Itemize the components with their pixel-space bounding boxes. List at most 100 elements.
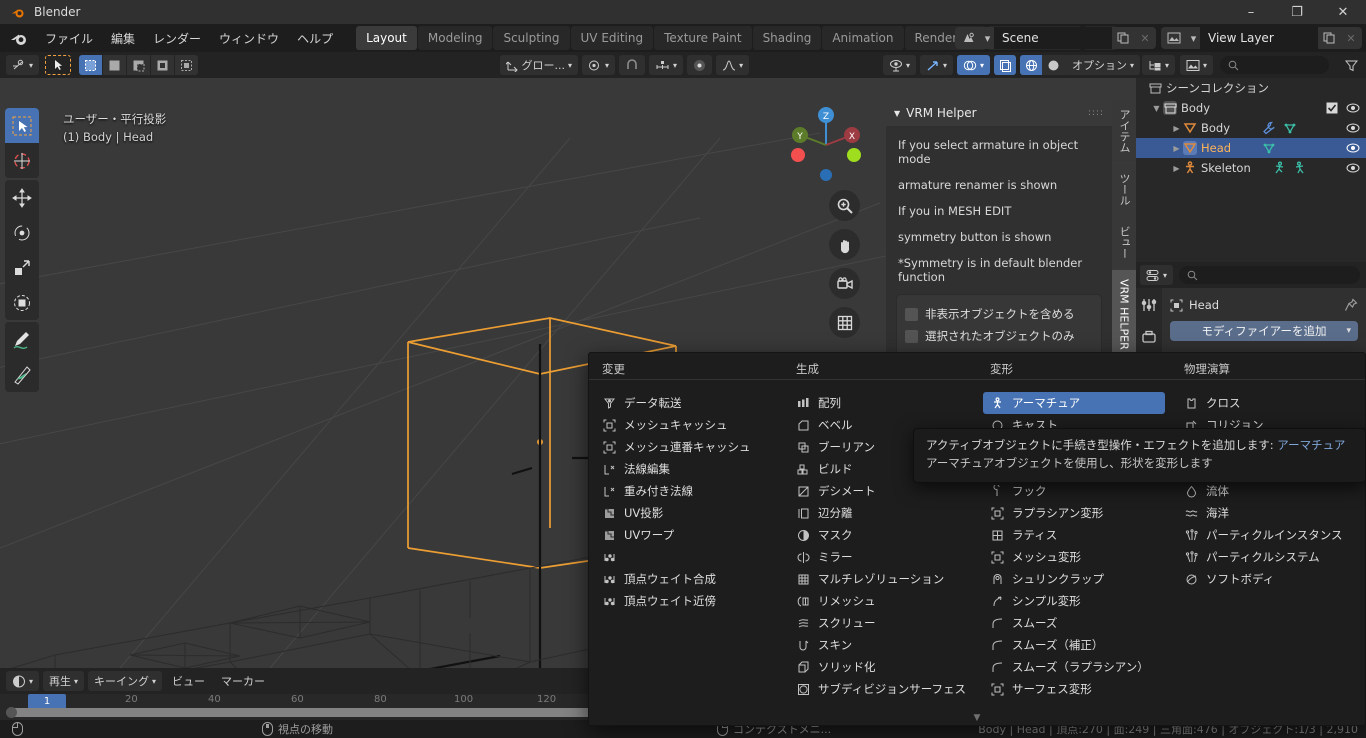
camera-view-button[interactable]	[829, 268, 860, 299]
workspace-tab-animation[interactable]: Animation	[822, 26, 904, 50]
wrench-modifier-icon[interactable]	[1262, 121, 1276, 135]
blender-menu-icon[interactable]	[8, 27, 30, 49]
panel-collapse-icon[interactable]: ▼	[894, 109, 900, 118]
modifier-item-vertex-weight-mix[interactable]: 頂点ウェイト合成	[589, 568, 783, 590]
n-panel-header[interactable]: ▼ VRM Helper ::::	[886, 100, 1112, 126]
eye-icon[interactable]	[1346, 122, 1360, 134]
timeline-menu-marker[interactable]: マーカー	[215, 671, 271, 691]
scene-selector[interactable]: ▾ Scene ✕	[955, 27, 1156, 49]
workspace-tab-sculpting[interactable]: Sculpting	[493, 26, 570, 50]
visibility-selector[interactable]: ▾	[882, 55, 916, 75]
checkbox-selected-only[interactable]: 選択されたオブジェクトのみ	[905, 325, 1093, 347]
gizmo-toggle[interactable]: ▾	[919, 55, 953, 75]
modifier-item-shrinkwrap[interactable]: シュリンクラップ	[977, 568, 1171, 590]
mesh-data-icon[interactable]	[1262, 141, 1276, 155]
select-set-button[interactable]	[79, 55, 103, 75]
pin-icon[interactable]	[1344, 298, 1358, 312]
modifier-item-corrective-smooth[interactable]: スムーズ（補正）	[977, 634, 1171, 656]
collection-checkbox-icon[interactable]	[1326, 102, 1338, 114]
view-layer-selector[interactable]: ▾ View Layer ✕	[1161, 27, 1362, 49]
modifier-item-decimate[interactable]: デシメート	[783, 480, 977, 502]
outliner-row-scene-collection[interactable]: シーンコレクション	[1136, 78, 1366, 98]
remove-view-layer-button[interactable]: ✕	[1340, 27, 1362, 49]
workspace-tab-uv-editing[interactable]: UV Editing	[570, 26, 654, 50]
outliner-row-object-skeleton[interactable]: ▶ Skeleton	[1136, 158, 1366, 178]
armature-data-icon[interactable]	[1293, 161, 1307, 175]
new-view-layer-button[interactable]	[1318, 27, 1340, 49]
outliner-row-object-head[interactable]: ▶ Head	[1136, 138, 1366, 158]
close-button[interactable]: ✕	[1320, 0, 1366, 24]
transform-orientation-selector[interactable]: グロー... ▾	[499, 55, 579, 75]
minimize-button[interactable]: –	[1228, 0, 1274, 24]
zoom-view-button[interactable]	[829, 190, 860, 221]
modifier-item-array[interactable]: 配列	[783, 392, 977, 414]
n-tab-view[interactable]: ビュー	[1112, 217, 1136, 268]
modifier-item-ocean[interactable]: 海洋	[1171, 502, 1365, 524]
view-layer-name[interactable]: View Layer	[1200, 27, 1318, 49]
modifier-item-laplacian-deform[interactable]: ラプラシアン変形	[977, 502, 1171, 524]
modifier-item-hook[interactable]: フック	[977, 480, 1171, 502]
modifier-item-subdivision-surface[interactable]: サブディビジョンサーフェス	[783, 678, 977, 700]
checkbox-include-hidden[interactable]: 非表示オブジェクトを含める	[905, 303, 1093, 325]
properties-editor-type-button[interactable]: ▾	[1140, 265, 1174, 285]
expand-triangle-icon[interactable]: ▶	[1170, 124, 1183, 133]
outliner-display-mode-button[interactable]: ▾	[1180, 55, 1214, 75]
proportional-editing-toggle[interactable]	[687, 55, 713, 75]
expand-triangle-icon[interactable]: ▶	[1170, 164, 1183, 173]
scene-name[interactable]: Scene	[994, 27, 1112, 49]
timeline-playhead[interactable]: 1	[28, 694, 66, 709]
modifier-item-weighted-normal[interactable]: 重み付き法線	[589, 480, 783, 502]
add-modifier-button[interactable]: モディファイアーを追加 ▾	[1170, 321, 1358, 341]
modifier-item-simple-deform[interactable]: シンプル変形	[977, 590, 1171, 612]
pivot-point-selector[interactable]: ▾	[582, 55, 616, 75]
modifier-item-uv-project[interactable]: UV投影	[589, 502, 783, 524]
menu-edit[interactable]: 編集	[102, 27, 144, 50]
menu-help[interactable]: ヘルプ	[288, 27, 342, 50]
tool-cursor[interactable]	[5, 143, 39, 178]
properties-search-input[interactable]	[1179, 266, 1360, 284]
modifier-item-mask[interactable]: マスク	[783, 524, 977, 546]
n-tab-item[interactable]: アイテム	[1112, 100, 1136, 162]
workspace-tab-modeling[interactable]: Modeling	[417, 26, 493, 50]
new-scene-button[interactable]	[1112, 27, 1134, 49]
outliner-search-input[interactable]	[1220, 56, 1329, 74]
workspace-tab-texture-paint[interactable]: Texture Paint	[654, 26, 752, 50]
active-tool-selector[interactable]: ▾	[6, 55, 40, 75]
proportional-falloff-selector[interactable]: ▾	[716, 55, 750, 75]
outliner-row-collection-body[interactable]: ▼ Body	[1136, 98, 1366, 118]
viewport-options-dropdown[interactable]: オプション ▾	[1065, 55, 1140, 75]
timeline-menu-view[interactable]: ビュー	[166, 671, 211, 691]
timeline-menu-keying[interactable]: キーイング ▾	[88, 671, 163, 691]
modifier-item-particle-system[interactable]: パーティクルシステム	[1171, 546, 1365, 568]
checkbox-icon[interactable]	[905, 307, 918, 321]
menu-window[interactable]: ウィンドウ	[210, 27, 288, 50]
workspace-tab-layout[interactable]: Layout	[356, 26, 417, 50]
tool-measure[interactable]	[5, 357, 39, 392]
modifier-item-cloth[interactable]: クロス	[1171, 392, 1365, 414]
modifier-item-mesh-deform[interactable]: メッシュ変形	[977, 546, 1171, 568]
toggle-perspective-button[interactable]	[829, 307, 860, 338]
modifier-item-surface-deform[interactable]: サーフェス変形	[977, 678, 1171, 700]
active-tool-indicator[interactable]	[45, 55, 72, 75]
modifier-item-edge-split[interactable]: 辺分離	[783, 502, 977, 524]
modifier-item-mesh-sequence-cache[interactable]: メッシュ連番キャッシュ	[589, 436, 783, 458]
modifier-item-skin[interactable]: スキン	[783, 634, 977, 656]
modifier-item-remesh[interactable]: リメッシュ	[783, 590, 977, 612]
modifier-item-armature[interactable]: アーマチュア	[983, 392, 1165, 414]
pan-view-button[interactable]	[829, 229, 860, 260]
maximize-button[interactable]: ❐	[1274, 0, 1320, 24]
shading-solid-button[interactable]	[1042, 55, 1064, 75]
select-subtract-button[interactable]	[127, 55, 151, 75]
expand-triangle-icon[interactable]: ▶	[1170, 144, 1183, 153]
tool-annotate[interactable]	[5, 322, 39, 357]
workspace-tab-shading[interactable]: Shading	[752, 26, 822, 50]
scene-dropdown-icon[interactable]: ▾	[981, 27, 994, 49]
modifier-item-laplacian-smooth[interactable]: スムーズ（ラプラシアン）	[977, 656, 1171, 678]
tool-scale[interactable]	[5, 250, 39, 285]
tool-tweak-select[interactable]	[5, 108, 39, 143]
modifier-item-multiresolution[interactable]: マルチレゾリューション	[783, 568, 977, 590]
properties-tab-render[interactable]	[1138, 326, 1160, 348]
unlink-scene-button[interactable]: ✕	[1134, 27, 1156, 49]
expand-triangle-icon[interactable]: ▼	[1150, 104, 1163, 113]
checkbox-icon[interactable]	[905, 329, 918, 343]
